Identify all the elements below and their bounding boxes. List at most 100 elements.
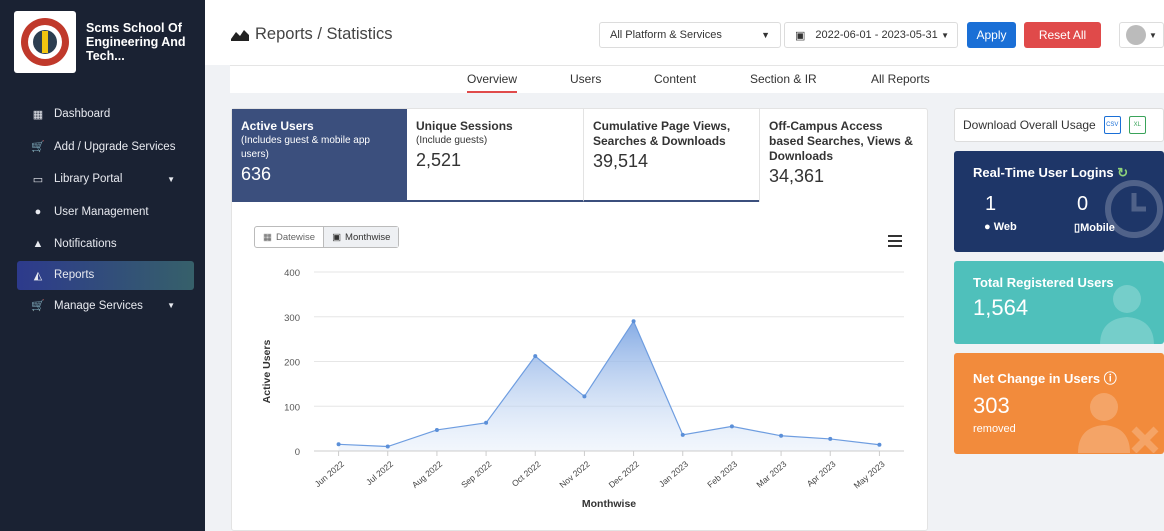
x-tick-label: Jan 2023 <box>657 459 690 489</box>
x-tick-label: Apr 2023 <box>805 459 838 489</box>
caret-down-icon: ▼ <box>167 301 175 311</box>
net-change-sub: removed <box>973 423 1016 435</box>
sidebar-item-notifications[interactable]: ▲ Notifications <box>0 228 205 261</box>
sidebar-item-label: Manage Services <box>54 299 143 312</box>
sidebar-item-library-portal[interactable]: ▭ Library Portal ▼ <box>0 163 205 196</box>
sidebar-item-dashboard[interactable]: ▦ Dashboard <box>0 98 205 131</box>
caret-down-icon: ▼ <box>167 174 175 184</box>
area-chart-icon: ◭ <box>33 269 43 282</box>
x-tick-label: Feb 2023 <box>705 459 739 490</box>
x-tick-label: Oct 2022 <box>510 459 543 489</box>
data-point <box>582 394 587 399</box>
reset-all-button[interactable]: Reset All <box>1024 22 1101 48</box>
tab-all-reports[interactable]: All Reports <box>871 72 930 86</box>
sidebar-item-reports[interactable]: ◭ Reports <box>17 260 194 290</box>
data-point <box>336 442 341 447</box>
page-title: Reports / Statistics <box>231 25 393 44</box>
tab-users[interactable]: Users <box>570 72 601 86</box>
dashboard-icon: ▦ <box>32 108 44 121</box>
x-tick-label: Nov 2022 <box>557 459 592 490</box>
y-tick-label: 400 <box>284 268 300 279</box>
x-tick-label: Dec 2022 <box>607 459 642 490</box>
platform-select[interactable]: All Platform & Services ▼ <box>599 22 781 48</box>
y-axis-title: Active Users <box>261 340 273 404</box>
realtime-logins-panel: Real-Time User Logins ↻ 1 ● Web 0 ▯Mobil… <box>954 151 1164 252</box>
avatar-icon <box>1126 25 1146 45</box>
caret-down-icon: ▼ <box>941 30 949 40</box>
sidebar-item-label: Notifications <box>54 238 117 251</box>
mobile-count: 0 <box>1077 193 1089 215</box>
apply-button[interactable]: Apply <box>967 22 1016 48</box>
sidebar: Scms School Of Engineering And Tech... ▦… <box>0 0 205 531</box>
cart-plus-icon: 🛒 <box>31 300 45 313</box>
clock-icon <box>1105 180 1163 238</box>
active-users-chart: 0 100 200 300 400 Jun 2022 Jul 2022 Aug 2022 Sep… <box>261 268 904 510</box>
area-chart-icon <box>231 30 249 41</box>
caret-down-icon: ▼ <box>1149 30 1157 40</box>
platform-select-value: All Platform & Services <box>610 29 722 41</box>
overview-card: Active Users (Includes guest & mobile ap… <box>231 108 928 531</box>
data-point <box>385 444 390 449</box>
bell-icon: ▲ <box>32 238 44 251</box>
x-tick-label: Aug 2022 <box>410 459 445 490</box>
download-usage: Download Overall Usage CSV XL <box>954 108 1164 142</box>
data-point <box>729 424 734 429</box>
refresh-icon[interactable]: ↻ <box>1117 165 1128 180</box>
user-menu[interactable]: ▼ <box>1119 22 1164 48</box>
topbar: Reports / Statistics All Platform & Serv… <box>205 0 1164 65</box>
data-point <box>631 319 636 324</box>
sidebar-item-label: User Management <box>54 205 149 218</box>
side-nav: ▦ Dashboard 🛒 Add / Upgrade Services ▭ L… <box>0 98 205 322</box>
laptop-icon: ▭ <box>32 173 44 186</box>
tab-section-ir[interactable]: Section & IR <box>750 72 817 86</box>
tab-overview[interactable]: Overview <box>467 72 518 93</box>
data-point <box>533 354 538 359</box>
cart-icon: 🛒 <box>31 141 45 154</box>
sidebar-item-user-management[interactable]: ● User Management <box>0 196 205 229</box>
page-title-text: Reports / Statistics <box>255 25 393 43</box>
calendar-icon: ▣ <box>795 29 806 42</box>
sidebar-item-label: Add / Upgrade Services <box>54 140 176 153</box>
college-name: Scms School Of Engineering And Tech... <box>86 21 186 63</box>
data-point <box>828 436 833 441</box>
sidebar-item-label: Reports <box>54 269 95 281</box>
y-tick-label: 0 <box>295 447 300 458</box>
sidebar-item-manage-services[interactable]: 🛒 Manage Services ▼ <box>0 290 205 323</box>
report-tabs: Overview Users Content Section & IR All … <box>230 65 1164 93</box>
net-change-value: 303 <box>973 393 1010 418</box>
web-label: ● Web <box>984 221 1017 233</box>
download-label: Download Overall Usage <box>963 118 1096 132</box>
x-tick-label: Jun 2022 <box>313 459 346 489</box>
sidebar-item-label: Dashboard <box>54 108 111 121</box>
users-icon: ● <box>34 205 42 218</box>
x-tick-label: Jul 2022 <box>364 459 395 487</box>
info-icon[interactable]: ⓘ <box>1104 371 1117 386</box>
x-tick-label: May 2023 <box>852 459 887 491</box>
web-count: 1 <box>985 193 997 215</box>
data-point <box>680 432 685 437</box>
x-axis-title: Monthwise <box>582 498 636 510</box>
date-range-picker[interactable]: ▣ 2022-06-01 - 2023-05-31 ▼ <box>784 22 958 48</box>
sidebar-item-add-upgrade[interactable]: 🛒 Add / Upgrade Services <box>0 131 205 164</box>
x-tick-label: Mar 2023 <box>754 459 788 490</box>
data-point <box>877 442 882 447</box>
y-tick-label: 300 <box>284 313 300 324</box>
chevron-down-icon: ▼ <box>761 30 770 40</box>
data-point <box>484 420 489 425</box>
series-area <box>338 321 880 451</box>
data-point <box>434 427 439 432</box>
brand[interactable]: Scms School Of Engineering And Tech... <box>0 0 205 84</box>
tab-content[interactable]: Content <box>654 72 696 86</box>
sidebar-item-label: Library Portal <box>54 173 123 186</box>
user-remove-icon <box>1078 393 1159 453</box>
users-icon <box>1100 285 1154 344</box>
net-change-panel: Net Change in Users ⓘ 303 removed <box>954 353 1164 454</box>
y-tick-label: 200 <box>284 358 300 369</box>
data-point <box>779 433 784 438</box>
registered-users-panel: Total Registered Users 1,564 <box>954 261 1164 344</box>
net-change-title: Net Change in Users ⓘ <box>973 371 1117 386</box>
excel-download-icon[interactable]: XL <box>1128 116 1146 134</box>
globe-icon: ● <box>984 221 991 233</box>
csv-download-icon[interactable]: CSV <box>1103 116 1121 134</box>
date-range-value: 2022-06-01 - 2023-05-31 <box>815 29 938 41</box>
